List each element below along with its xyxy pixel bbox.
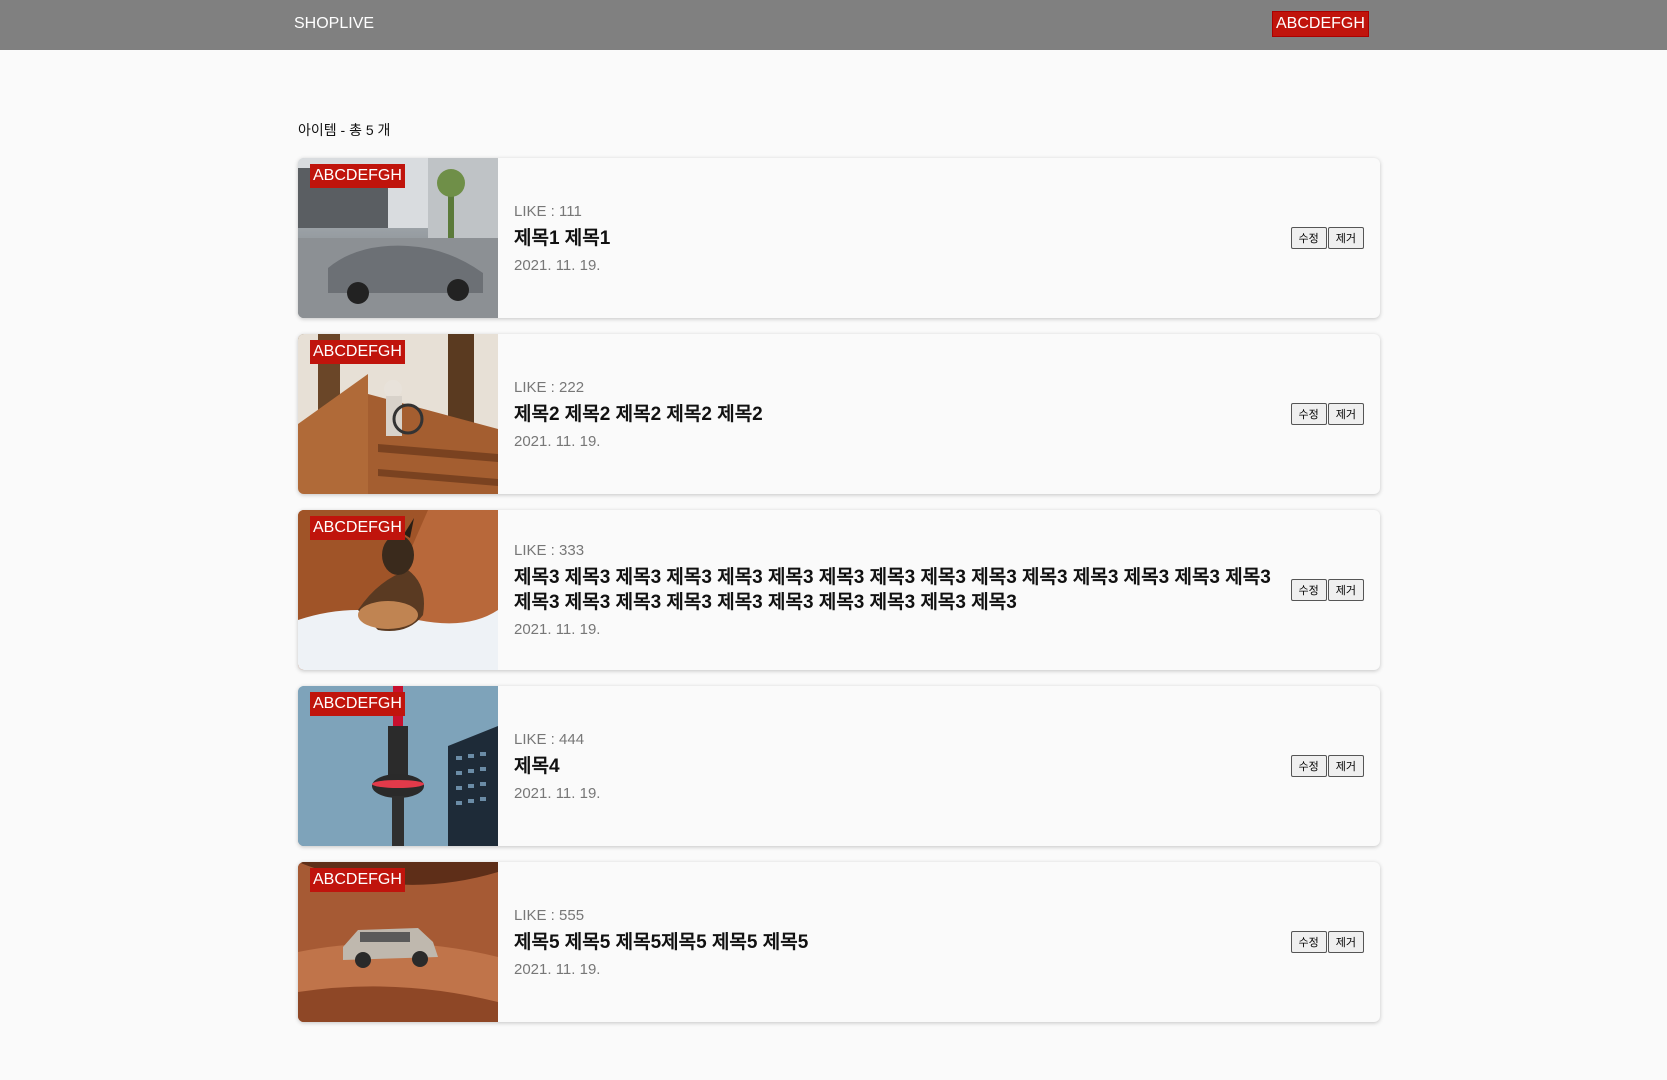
item-thumbnail[interactable]: ABCDEFGH <box>298 334 498 494</box>
thumbnail-badge: ABCDEFGH <box>310 692 405 716</box>
item-date: 2021. 11. 19. <box>514 960 601 978</box>
item-title[interactable]: 제목3 제목3 제목3 제목3 제목3 제목3 제목3 제목3 제목3 제목3 … <box>514 565 1275 615</box>
item-actions: 수정 제거 <box>1290 931 1364 953</box>
item-thumbnail[interactable]: ABCDEFGH <box>298 686 498 846</box>
item-info: LIKE : 555 제목5 제목5 제목5제목5 제목5 제목5 2021. … <box>498 907 1291 978</box>
header-badge: ABCDEFGH <box>1272 11 1369 37</box>
like-count: LIKE : 444 <box>514 730 585 748</box>
main-content: 아이템 - 총 5 개 ABCDEFGH LIKE : 111 제목1 제목1 … <box>298 120 1380 1022</box>
item-date: 2021. 11. 19. <box>514 256 601 274</box>
item-actions: 수정 제거 <box>1290 755 1364 777</box>
brand-logo-link[interactable]: SHOPLIVE <box>294 15 374 33</box>
thumbnail-badge: ABCDEFGH <box>310 516 405 540</box>
thumbnail-badge: ABCDEFGH <box>310 164 405 188</box>
item-info: LIKE : 444 제목4 2021. 11. 19. <box>498 731 1291 802</box>
item-title[interactable]: 제목4 <box>514 754 1275 779</box>
item-info: LIKE : 111 제목1 제목1 2021. 11. 19. <box>498 203 1291 274</box>
item-date: 2021. 11. 19. <box>514 432 601 450</box>
like-count: LIKE : 333 <box>514 542 585 559</box>
item-actions: 수정 제거 <box>1290 403 1364 425</box>
list-item[interactable]: ABCDEFGH LIKE : 222 제목2 제목2 제목2 제목2 제목2 … <box>298 334 1380 494</box>
edit-button[interactable]: 수정 <box>1290 227 1327 249</box>
item-thumbnail[interactable]: ABCDEFGH <box>298 510 498 670</box>
delete-button[interactable]: 제거 <box>1327 403 1364 425</box>
delete-button[interactable]: 제거 <box>1327 755 1364 777</box>
item-count-label: 아이템 - 총 5 개 <box>298 122 391 138</box>
item-actions: 수정 제거 <box>1290 227 1364 249</box>
item-info: LIKE : 333 제목3 제목3 제목3 제목3 제목3 제목3 제목3 제… <box>498 542 1291 638</box>
list-item[interactable]: ABCDEFGH LIKE : 444 제목4 2021. 11. 19. 수정… <box>298 686 1380 846</box>
edit-button[interactable]: 수정 <box>1290 931 1327 953</box>
delete-button[interactable]: 제거 <box>1327 579 1364 601</box>
list-item[interactable]: ABCDEFGH LIKE : 555 제목5 제목5 제목5제목5 제목5 제… <box>298 862 1380 1022</box>
like-count: LIKE : 222 <box>514 378 585 396</box>
list-item[interactable]: ABCDEFGH LIKE : 333 제목3 제목3 제목3 제목3 제목3 … <box>298 510 1380 670</box>
item-thumbnail[interactable]: ABCDEFGH <box>298 862 498 1022</box>
like-count: LIKE : 111 <box>514 202 582 220</box>
thumbnail-badge: ABCDEFGH <box>310 868 405 892</box>
thumbnail-badge: ABCDEFGH <box>310 340 405 364</box>
item-date: 2021. 11. 19. <box>514 621 601 638</box>
item-title[interactable]: 제목5 제목5 제목5제목5 제목5 제목5 <box>514 930 1275 955</box>
edit-button[interactable]: 수정 <box>1290 579 1327 601</box>
item-actions: 수정 제거 <box>1290 579 1364 601</box>
delete-button[interactable]: 제거 <box>1327 227 1364 249</box>
top-nav-bar: SHOPLIVE ABCDEFGH <box>0 0 1667 50</box>
item-title[interactable]: 제목2 제목2 제목2 제목2 제목2 <box>514 402 1275 427</box>
edit-button[interactable]: 수정 <box>1290 755 1327 777</box>
item-list: ABCDEFGH LIKE : 111 제목1 제목1 2021. 11. 19… <box>298 158 1380 1022</box>
edit-button[interactable]: 수정 <box>1290 403 1327 425</box>
item-thumbnail[interactable]: ABCDEFGH <box>298 158 498 318</box>
item-title[interactable]: 제목1 제목1 <box>514 226 1275 251</box>
item-info: LIKE : 222 제목2 제목2 제목2 제목2 제목2 2021. 11.… <box>498 379 1291 450</box>
item-date: 2021. 11. 19. <box>514 784 601 802</box>
like-count: LIKE : 555 <box>514 906 585 924</box>
list-item[interactable]: ABCDEFGH LIKE : 111 제목1 제목1 2021. 11. 19… <box>298 158 1380 318</box>
delete-button[interactable]: 제거 <box>1327 931 1364 953</box>
